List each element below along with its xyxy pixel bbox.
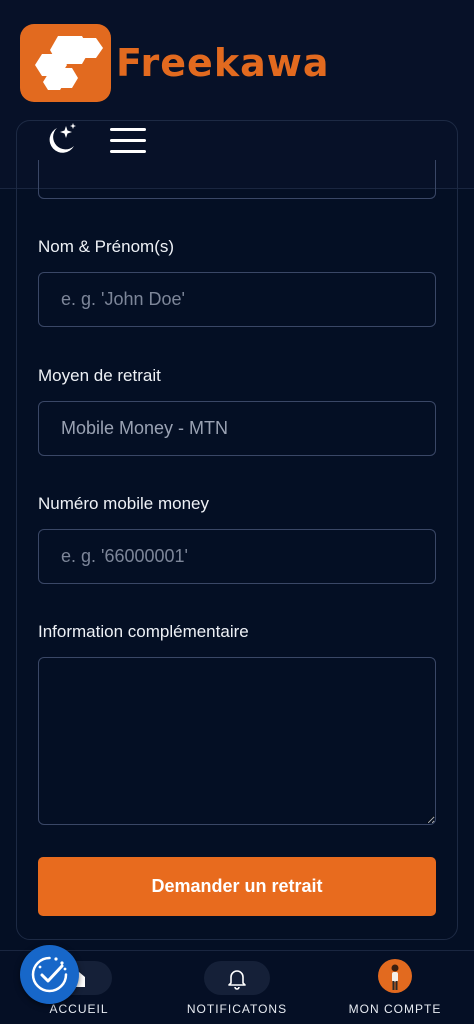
mobile-number-input[interactable] <box>38 529 436 584</box>
full-name-input[interactable] <box>38 272 436 327</box>
extra-info-textarea[interactable] <box>38 657 436 825</box>
logo-mark-icon <box>35 36 103 90</box>
nav-notifications-button[interactable] <box>204 961 270 995</box>
brand-name: Freekawa <box>116 41 330 85</box>
request-withdrawal-button[interactable]: Demander un retrait <box>38 857 436 916</box>
nav-notifications-label[interactable]: NOTIFICATONS <box>177 1002 297 1016</box>
avatar[interactable] <box>378 959 412 993</box>
full-name-label: Nom & Prénom(s) <box>38 237 175 256</box>
withdrawal-method-label: Moyen de retrait <box>38 366 161 385</box>
previous-field-partial[interactable] <box>38 160 436 199</box>
withdrawal-method-value: Mobile Money - MTN <box>61 418 229 438</box>
extra-info-label: Information complémentaire <box>38 622 249 641</box>
cookie-consent-check-icon <box>31 956 68 993</box>
bell-icon <box>228 970 246 990</box>
nav-account-label[interactable]: MON COMPTE <box>340 1002 450 1016</box>
withdrawal-method-select[interactable]: Mobile Money - MTN <box>38 401 436 456</box>
cookie-consent-button[interactable] <box>20 945 79 1004</box>
brand-logo[interactable] <box>20 24 111 102</box>
nav-home-label[interactable]: ACCUEIL <box>30 1002 128 1016</box>
user-figure-icon <box>391 964 399 990</box>
mobile-number-label: Numéro mobile money <box>38 494 210 513</box>
